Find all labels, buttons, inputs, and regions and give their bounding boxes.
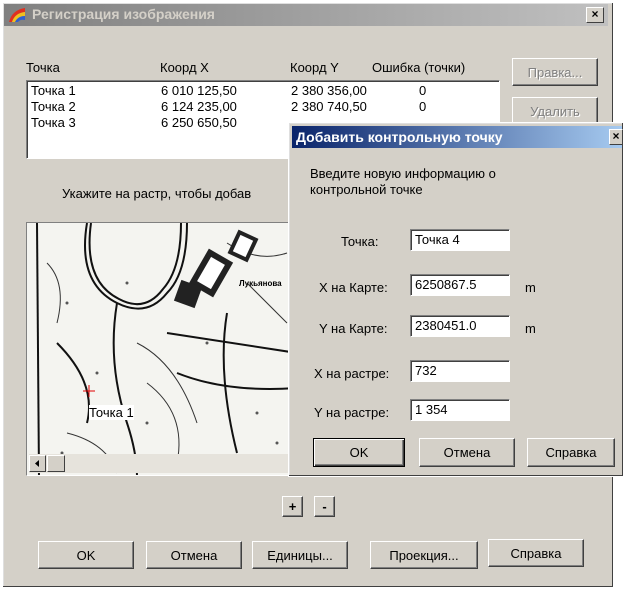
list-item[interactable]: Точка 1 <box>31 83 76 98</box>
map-x-label: X на Карте: <box>319 280 388 295</box>
dialog-title: Добавить контрольную точку <box>296 129 503 145</box>
raster-y-label: Y на растре: <box>314 405 390 420</box>
raster-view[interactable]: Лукьянова Точка 1 <box>26 222 296 476</box>
point-name-field[interactable]: Точка 4 <box>410 229 510 251</box>
dialog-titlebar[interactable]: Добавить контрольную точку <box>292 126 622 148</box>
map-y-field[interactable]: 2380451.0 <box>410 315 510 337</box>
dialog-ok-button[interactable]: OK <box>313 438 405 467</box>
list-cell-x: 6 010 125,50 <box>161 83 237 98</box>
header-y[interactable]: Коорд Y <box>290 60 339 75</box>
point-name-label: Точка: <box>341 234 379 249</box>
raster-map-image <box>27 223 295 475</box>
zoom-in-button[interactable]: + <box>282 496 303 517</box>
scroll-thumb[interactable] <box>47 455 65 472</box>
window-title: Регистрация изображения <box>32 6 215 22</box>
list-cell-x: 6 250 650,50 <box>161 115 237 130</box>
map-x-unit: m <box>525 280 536 295</box>
dialog-prompt-line1: Введите новую информацию о <box>310 166 496 181</box>
raster-point-label: Точка 1 <box>89 405 134 420</box>
dialog-close-button[interactable]: × <box>609 129 623 145</box>
raster-x-label: X на растре: <box>314 366 390 381</box>
scroll-left-button[interactable] <box>29 455 46 472</box>
list-cell-error: 0 <box>419 83 427 98</box>
raster-hscrollbar[interactable] <box>29 454 296 473</box>
header-point[interactable]: Точка <box>26 60 60 75</box>
close-button[interactable]: × <box>586 7 604 23</box>
list-item[interactable]: Точка 3 <box>31 115 76 130</box>
projection-button[interactable]: Проекция... <box>370 541 478 569</box>
map-place-label: Лукьянова <box>239 279 282 288</box>
dialog-help-button[interactable]: Справка <box>527 438 615 467</box>
list-cell-error: 0 <box>419 99 427 114</box>
app-icon <box>9 8 25 22</box>
edit-button[interactable]: Правка... <box>512 58 598 86</box>
zoom-out-button[interactable]: - <box>314 496 335 517</box>
dialog-prompt-line2: контрольной точке <box>310 182 423 197</box>
cancel-button[interactable]: Отмена <box>146 541 242 569</box>
list-cell-x: 6 124 235,00 <box>161 99 237 114</box>
header-x[interactable]: Коорд X <box>160 60 209 75</box>
raster-x-field[interactable]: 732 <box>410 360 510 382</box>
add-point-dialog: Добавить контрольную точку × Введите нов… <box>288 122 624 477</box>
units-button[interactable]: Единицы... <box>252 541 348 569</box>
list-cell-y: 2 380 740,50 <box>291 99 367 114</box>
close-icon: × <box>612 129 620 143</box>
arrow-left-icon <box>35 460 39 467</box>
dialog-cancel-button[interactable]: Отмена <box>419 438 515 467</box>
map-y-unit: m <box>525 321 536 336</box>
raster-y-field[interactable]: 1 354 <box>410 399 510 421</box>
ok-button[interactable]: OK <box>38 541 134 569</box>
list-item[interactable]: Точка 2 <box>31 99 76 114</box>
list-cell-y: 2 380 356,00 <box>291 83 367 98</box>
map-x-field[interactable]: 6250867.5 <box>410 274 510 296</box>
close-icon: × <box>591 7 599 21</box>
map-y-label: Y на Карте: <box>319 321 388 336</box>
help-button[interactable]: Справка <box>488 539 584 567</box>
raster-hint: Укажите на растр, чтобы добав <box>62 186 252 201</box>
delete-button[interactable]: Удалить <box>512 97 598 125</box>
window-titlebar[interactable]: Регистрация изображения <box>4 4 608 26</box>
header-error[interactable]: Ошибка (точки) <box>372 60 465 75</box>
